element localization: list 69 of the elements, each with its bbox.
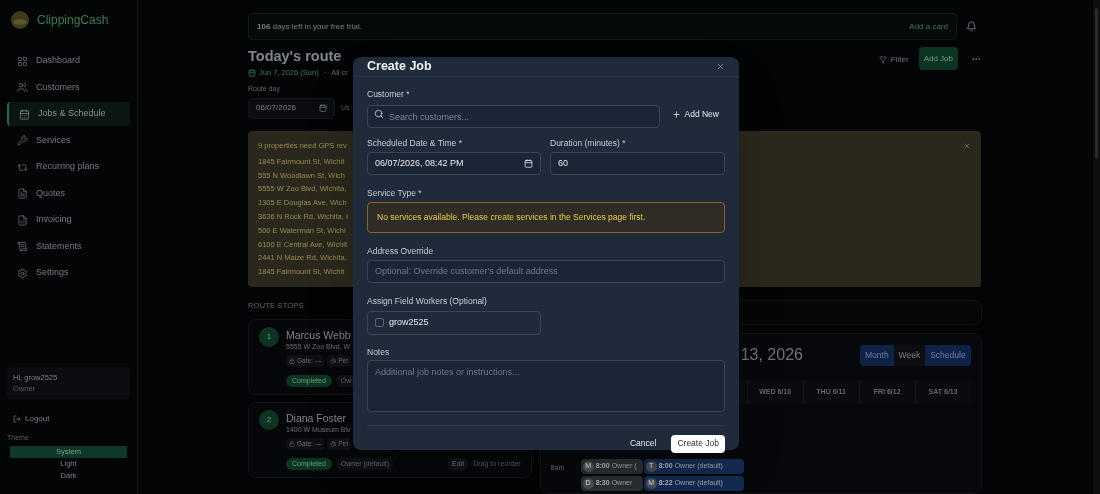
field-label: Service Type * [367, 187, 422, 199]
nav-item[interactable]: Settings [7, 261, 130, 285]
scroll-icon [17, 241, 28, 252]
close-icon[interactable] [963, 141, 971, 150]
add-job-button[interactable]: Add Job [918, 47, 958, 70]
field-label: Customer * [367, 88, 411, 100]
field-label: Scheduled Date & Time * [367, 137, 463, 149]
document-icon [17, 188, 28, 199]
nav-item[interactable]: Statements [7, 234, 130, 259]
field-label: Duration (minutes) * [550, 137, 627, 149]
paw-icon [330, 441, 337, 447]
close-icon[interactable] [716, 61, 725, 71]
logo-icon [11, 11, 29, 29]
stop-number: 1 [259, 327, 279, 347]
nav-item[interactable]: Services [7, 128, 130, 153]
customer-name: Marcus Webb [286, 328, 352, 342]
trial-text: 106 days left in your free trial. [257, 20, 362, 33]
view-tab[interactable]: Schedule [925, 344, 971, 366]
filter-button[interactable]: Filter [878, 54, 909, 66]
calendar-icon [319, 104, 327, 113]
logout-icon [13, 414, 21, 423]
brand-name: ClippingCash [37, 12, 109, 29]
plus-icon [671, 109, 681, 119]
calendar-title: 13, 2026 [740, 345, 803, 366]
lock-icon [289, 441, 295, 447]
stop-number: 2 [259, 410, 279, 430]
notes-field[interactable]: Additional job notes or instructions... [367, 359, 725, 412]
scrollbar[interactable] [1093, 0, 1100, 494]
filter-icon [878, 56, 887, 64]
add-new-button[interactable]: Add New [665, 102, 725, 126]
calendar-icon [524, 158, 533, 168]
logout-button[interactable]: Logout [7, 410, 130, 427]
customer-name: Diana Foster [286, 411, 348, 425]
calendar-icon [19, 108, 30, 120]
nav-item[interactable]: Invoicing [7, 208, 130, 232]
grid-icon [17, 55, 28, 67]
repeat-icon [17, 161, 28, 173]
create-job-button[interactable]: Create Job [671, 434, 725, 453]
cancel-button[interactable]: Cancel [621, 434, 665, 453]
view-tab[interactable]: Month [860, 344, 894, 366]
field-label: Assign Field Workers (Optional) [367, 295, 487, 307]
nav-item[interactable]: Quotes [7, 181, 130, 206]
add-card-link[interactable]: Add a card [909, 20, 948, 33]
customer-search-field[interactable]: Search customers... [367, 105, 660, 129]
page-title: Today's route [248, 47, 342, 65]
dialog-title: Create Job [367, 58, 432, 75]
settings-icon [17, 267, 28, 279]
nav-item[interactable]: Recurring plans [7, 155, 130, 179]
users-icon [17, 82, 28, 93]
nav-item[interactable]: Customers [7, 75, 130, 100]
address-override-field[interactable]: Optional: Override customer's default address [367, 259, 725, 283]
worker-checkbox[interactable] [375, 318, 384, 328]
field-label: Notes [367, 346, 390, 358]
lock-icon [289, 358, 295, 364]
worker-name: grow2525 [389, 316, 429, 329]
field-label: Address Override [367, 245, 434, 257]
sheet-icon [17, 214, 28, 226]
route-day-field[interactable]: 06/07/2026 [248, 97, 335, 119]
wrench-icon [17, 135, 28, 146]
nav-item[interactable]: Jobs & Schedule [7, 102, 130, 126]
paw-icon [330, 358, 337, 364]
nav-item[interactable]: Dashboard [7, 49, 130, 73]
date-time-field[interactable]: 06/07/2026, 08:42 PM [367, 151, 541, 175]
warning-message: No services available. Please create services in the Services page first. [367, 201, 725, 233]
view-tab[interactable]: Week [893, 344, 926, 366]
duration-field[interactable]: 60 [550, 151, 725, 175]
calendar-icon [248, 68, 256, 77]
search-icon [374, 109, 384, 120]
notification-icon[interactable] [966, 21, 977, 32]
